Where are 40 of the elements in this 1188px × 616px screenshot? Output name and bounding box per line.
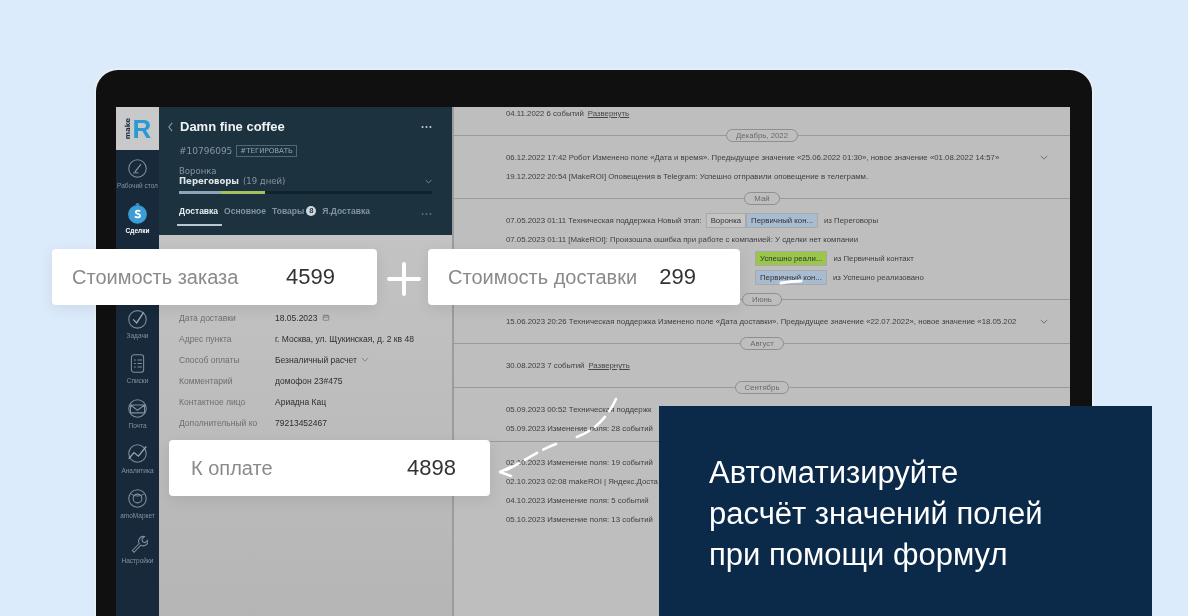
- field-label: Комментарий: [179, 375, 234, 386]
- envelope-icon: [127, 398, 148, 420]
- plus-icon: [387, 262, 421, 296]
- field-value[interactable]: г. Москва, ул. Щукинская, д. 2 кв 48: [275, 333, 414, 344]
- gauge-icon: [127, 158, 148, 180]
- dollar-icon: [127, 203, 148, 225]
- check-icon: [127, 308, 148, 330]
- chevron-icon[interactable]: [1040, 319, 1048, 324]
- more-icon[interactable]: [421, 124, 432, 129]
- card-label: Стоимость доставки: [448, 265, 639, 289]
- field-value[interactable]: 18.05.2023: [275, 312, 330, 323]
- card-value: 299: [659, 264, 696, 290]
- card-label: Стоимость заказа: [72, 265, 240, 289]
- deal-title: Damn fine coffee: [180, 119, 286, 134]
- card-value: 4898: [407, 455, 456, 481]
- field-value[interactable]: домофон 23#475: [275, 375, 343, 386]
- tab[interactable]: Основное: [222, 206, 271, 226]
- back-icon[interactable]: [167, 121, 174, 132]
- field-label: Дата доставки: [179, 312, 237, 323]
- field-label: Контактное лицо: [179, 396, 247, 407]
- stage-select[interactable]: Переговоры (19 дней): [179, 176, 432, 186]
- field-value[interactable]: 79213452467: [275, 417, 327, 428]
- chevron-icon[interactable]: [1040, 155, 1048, 160]
- card-value: 4599: [286, 264, 335, 290]
- chevron-icon[interactable]: [425, 178, 432, 184]
- field-label: Адрес пункта: [179, 333, 233, 344]
- tab[interactable]: Доставка: [177, 206, 223, 226]
- tab[interactable]: Я.Доставка: [320, 206, 374, 226]
- field-value[interactable]: Безналичный расчет: [275, 354, 369, 365]
- calendar-icon: [321, 314, 330, 321]
- card-label: К оплате: [191, 456, 274, 480]
- field-value[interactable]: Ариадна Кац: [275, 396, 327, 407]
- chart-icon: [127, 443, 148, 465]
- field-label: Дополнительный ко: [179, 417, 259, 428]
- headline: Автоматизируйте расчёт значений полей при помощи формул: [709, 454, 1044, 574]
- deal-id: #10796095: [179, 146, 233, 156]
- chevron-icon: [360, 356, 369, 363]
- pipeline-label: Воронка: [179, 166, 218, 176]
- globe-icon: [127, 488, 148, 510]
- field-label: Способ оплаты: [179, 354, 241, 365]
